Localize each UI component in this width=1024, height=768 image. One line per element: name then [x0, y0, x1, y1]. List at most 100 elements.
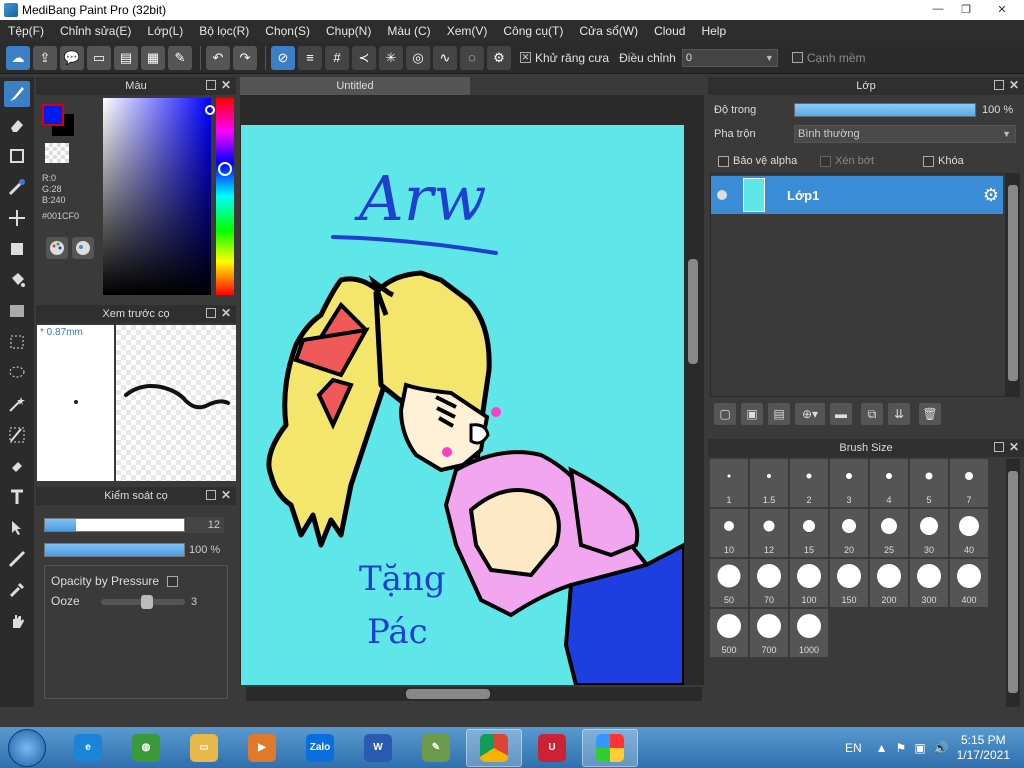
menu-filter[interactable]: Bộ lọc(R)	[191, 20, 257, 42]
transparent-color-swatch[interactable]	[45, 143, 69, 163]
page-icon[interactable]: ▤	[114, 45, 138, 70]
brush-size-option[interactable]: 150	[830, 559, 868, 607]
magic-wand-tool-icon[interactable]	[4, 391, 30, 417]
menu-layer[interactable]: Lớp(L)	[139, 20, 191, 42]
hand-tool-icon[interactable]	[4, 608, 30, 634]
brush-size-option[interactable]: 4	[870, 459, 908, 507]
foreground-color-swatch[interactable]	[42, 104, 64, 126]
document-tab[interactable]: Untitled	[240, 77, 470, 95]
share-icon[interactable]: ⇪	[33, 45, 57, 70]
sv-picker-handle[interactable]	[205, 105, 215, 115]
redo-icon[interactable]: ↷	[233, 45, 257, 70]
brush-size-slider[interactable]	[44, 518, 185, 532]
new-halftone-layer-icon[interactable]: ▣	[741, 403, 763, 425]
comment-icon[interactable]: 💬	[60, 45, 84, 70]
delete-layer-icon[interactable]: 🗑	[919, 403, 941, 425]
text-tool-icon[interactable]	[4, 484, 30, 510]
brush-size-option[interactable]: 100	[790, 559, 828, 607]
chevron-up-icon[interactable]: ▲	[876, 741, 888, 755]
lock-checkbox[interactable]	[923, 155, 934, 167]
canvas-horizontal-scrollbar[interactable]	[246, 687, 702, 701]
popout-icon[interactable]	[994, 442, 1004, 452]
brush-size-option[interactable]: 1	[710, 459, 748, 507]
brush-size-option[interactable]: 700	[750, 609, 788, 657]
unikey-icon[interactable]: U	[524, 729, 580, 767]
shape-tool-icon[interactable]	[4, 143, 30, 169]
brush-tool-icon[interactable]	[4, 81, 30, 107]
brush-size-option[interactable]: 25	[870, 509, 908, 557]
new-folder-icon[interactable]: ▬	[830, 403, 852, 425]
note-icon[interactable]: ▭	[87, 45, 111, 70]
popout-icon[interactable]	[206, 490, 216, 500]
close-icon[interactable]: ✕	[221, 78, 231, 92]
brush-size-scrollbar[interactable]	[1006, 459, 1020, 707]
brush-size-option[interactable]: 10	[710, 509, 748, 557]
brush-size-option[interactable]: 1000	[790, 609, 828, 657]
palette-icon[interactable]	[46, 237, 68, 259]
menu-select[interactable]: Chọn(S)	[257, 20, 318, 42]
brush-size-option[interactable]: 15	[790, 509, 828, 557]
perspective-snap-icon[interactable]: ≺	[352, 45, 376, 70]
brush-opacity-slider[interactable]	[44, 543, 185, 557]
hue-slider-handle[interactable]	[218, 162, 232, 176]
antialias-toggle[interactable]: ✕ Khử răng cưa	[520, 51, 609, 65]
ooze-slider-handle[interactable]	[141, 595, 153, 609]
select-eraser-tool-icon[interactable]	[4, 453, 30, 479]
close-button[interactable]: ✕	[980, 0, 1024, 18]
brush-size-option[interactable]: 70	[750, 559, 788, 607]
brush-size-option[interactable]: 5	[910, 459, 948, 507]
brush-size-option[interactable]: 500	[710, 609, 748, 657]
cloud-save-icon[interactable]: ☁	[6, 45, 30, 70]
ooze-slider[interactable]	[101, 595, 185, 609]
antialias-checkbox[interactable]: ✕	[520, 52, 531, 63]
brush-size-option[interactable]: 2	[790, 459, 828, 507]
menu-capture[interactable]: Chụp(N)	[318, 20, 379, 42]
language-indicator[interactable]: EN	[845, 741, 862, 755]
concentric-snap-icon[interactable]: ◎	[406, 45, 430, 70]
close-icon[interactable]: ✕	[1009, 440, 1019, 454]
protect-alpha-checkbox[interactable]	[718, 155, 729, 167]
close-icon[interactable]: ✕	[221, 306, 231, 320]
merge-layer-icon[interactable]: ⇊	[888, 403, 910, 425]
brush-size-option[interactable]: 40	[950, 509, 988, 557]
operation-tool-icon[interactable]	[4, 515, 30, 541]
medibang-paint-icon[interactable]	[582, 728, 638, 767]
layer-opacity-slider[interactable]	[794, 103, 976, 117]
start-button[interactable]	[8, 728, 46, 767]
gradient-tool-icon[interactable]	[4, 298, 30, 324]
canvas-workspace[interactable]: Arw Tặng Pác	[240, 95, 704, 685]
popout-icon[interactable]	[994, 80, 1004, 90]
opacity-pressure-checkbox[interactable]	[167, 575, 179, 587]
internet-explorer-icon[interactable]: e	[60, 729, 116, 767]
drawing-canvas[interactable]: Arw Tặng Pác	[241, 125, 684, 685]
fill-rect-tool-icon[interactable]	[4, 236, 30, 262]
brush-size-option[interactable]: 50	[710, 559, 748, 607]
network-icon[interactable]: ▣	[914, 741, 925, 755]
brush-size-option[interactable]: 20	[830, 509, 868, 557]
hue-slider[interactable]	[216, 98, 234, 295]
soft-edge-toggle[interactable]: Cạnh mềm	[791, 51, 866, 65]
new-layer-icon[interactable]: ▢	[714, 403, 736, 425]
menu-edit[interactable]: Chỉnh sửa(E)	[52, 20, 139, 42]
adjust-select[interactable]: 0 ▼	[681, 48, 778, 67]
edit-page-icon[interactable]: ✎	[168, 45, 192, 70]
minimize-button[interactable]: —	[924, 0, 952, 18]
snap-off-icon[interactable]: ⊘	[271, 45, 295, 70]
divide-tool-icon[interactable]	[4, 546, 30, 572]
restore-button[interactable]: ❐	[952, 0, 980, 18]
new-8bit-layer-icon[interactable]: ▤	[768, 403, 790, 425]
menu-cloud[interactable]: Cloud	[646, 20, 693, 42]
canvas-vertical-scrollbar[interactable]	[686, 97, 700, 685]
volume-icon[interactable]: 🔊	[934, 741, 949, 755]
eyedropper-tool-icon[interactable]	[4, 577, 30, 603]
layer-list-scrollbar[interactable]	[1006, 173, 1020, 397]
menu-view[interactable]: Xem(V)	[439, 20, 496, 42]
duplicate-layer-icon[interactable]: ⧉	[861, 403, 883, 425]
brush-size-option[interactable]: 200	[870, 559, 908, 607]
undo-icon[interactable]: ↶	[206, 45, 230, 70]
menu-color[interactable]: Màu (C)	[379, 20, 438, 42]
zalo-icon[interactable]: Zalo	[292, 729, 348, 767]
popout-icon[interactable]	[206, 80, 216, 90]
clock[interactable]: 5:15 PM 1/17/2021	[957, 733, 1010, 763]
curve-snap-icon[interactable]: ∿	[433, 45, 457, 70]
